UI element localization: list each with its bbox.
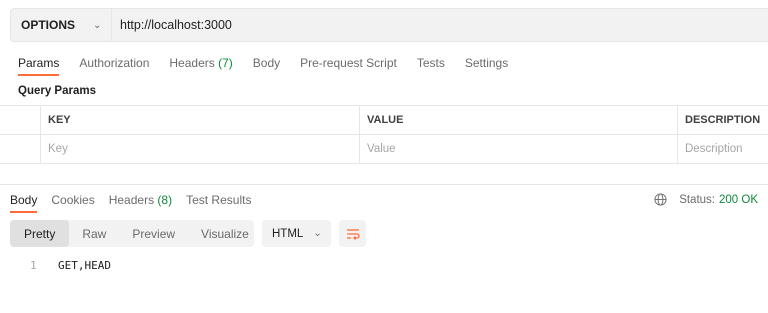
- view-raw-button[interactable]: Raw: [69, 220, 119, 247]
- table-header-row: KEY VALUE DESCRIPTION: [0, 106, 768, 135]
- tab-label: Headers: [169, 56, 215, 70]
- row-checkbox-cell: [0, 135, 40, 163]
- value-input[interactable]: Value: [359, 135, 677, 163]
- tab-response-headers[interactable]: Headers (8): [109, 193, 172, 213]
- tab-label: Authorization: [79, 56, 150, 70]
- tab-headers[interactable]: Headers (7): [169, 56, 232, 76]
- tab-cookies[interactable]: Cookies: [51, 193, 94, 213]
- tab-label: Cookies: [51, 193, 95, 207]
- chevron-down-icon: ⌄: [93, 19, 102, 31]
- line-number: 1: [30, 259, 37, 272]
- tab-label: Tests: [416, 56, 445, 70]
- tab-authorization[interactable]: Authorization: [79, 56, 149, 76]
- response-body-code[interactable]: 1 GET,HEAD: [30, 259, 111, 272]
- tab-response-body[interactable]: Body: [10, 193, 38, 213]
- query-params-title: Query Params: [18, 85, 96, 97]
- tab-params[interactable]: Params: [18, 56, 60, 76]
- tab-label: Test Results: [186, 193, 252, 207]
- response-status: Status: 200 OK: [654, 193, 758, 206]
- wrap-lines-button[interactable]: [339, 220, 366, 247]
- tab-count-badge: (7): [218, 56, 233, 70]
- tab-label: Body: [10, 193, 38, 207]
- globe-icon[interactable]: [654, 193, 667, 206]
- request-tabs: Params Authorization Headers (7) Body Pr…: [18, 56, 528, 76]
- tab-count-badge: (8): [157, 193, 173, 207]
- column-header-key: KEY: [40, 106, 359, 134]
- tab-label: Headers: [108, 193, 155, 207]
- view-mode-group: Pretty Raw Preview Visualize: [10, 220, 254, 247]
- view-pretty-button[interactable]: Pretty: [10, 220, 70, 247]
- tab-body[interactable]: Body: [253, 56, 280, 76]
- checkbox-column-header: [0, 106, 40, 134]
- key-input[interactable]: Key: [40, 135, 359, 163]
- wrap-lines-icon: [346, 228, 360, 240]
- request-url-bar: OPTIONS ⌄ http://localhost:3000: [10, 8, 768, 42]
- code-line: GET,HEAD: [58, 259, 111, 272]
- query-params-table: KEY VALUE DESCRIPTION Key Value Descript…: [0, 105, 768, 164]
- tab-label: Pre-request Script: [300, 56, 397, 70]
- column-header-value: VALUE: [359, 106, 677, 134]
- view-preview-button[interactable]: Preview: [119, 220, 188, 247]
- response-tabs: Body Cookies Headers (8) Test Results: [10, 193, 265, 213]
- tab-settings[interactable]: Settings: [465, 56, 508, 76]
- url-input[interactable]: http://localhost:3000: [120, 18, 232, 32]
- tab-label: Params: [18, 56, 60, 70]
- method-select[interactable]: OPTIONS ⌄: [11, 9, 112, 41]
- status-label: Status:: [679, 193, 715, 206]
- tab-label: Settings: [464, 56, 509, 70]
- tab-test-results[interactable]: Test Results: [186, 193, 251, 213]
- view-visualize-button[interactable]: Visualize: [188, 220, 262, 247]
- language-select[interactable]: HTML ⌄: [262, 220, 331, 247]
- status-badge[interactable]: 200 OK: [719, 194, 758, 206]
- method-label: OPTIONS: [21, 18, 76, 32]
- chevron-down-icon: ⌄: [313, 228, 322, 239]
- language-label: HTML: [272, 227, 304, 240]
- tab-tests[interactable]: Tests: [417, 56, 445, 76]
- tab-label: Body: [252, 56, 281, 70]
- column-header-description: DESCRIPTION: [677, 106, 768, 134]
- description-input[interactable]: Description: [677, 135, 768, 163]
- tab-pre-request-script[interactable]: Pre-request Script: [300, 56, 397, 76]
- table-row: Key Value Description: [0, 135, 768, 164]
- pane-divider[interactable]: [0, 184, 768, 185]
